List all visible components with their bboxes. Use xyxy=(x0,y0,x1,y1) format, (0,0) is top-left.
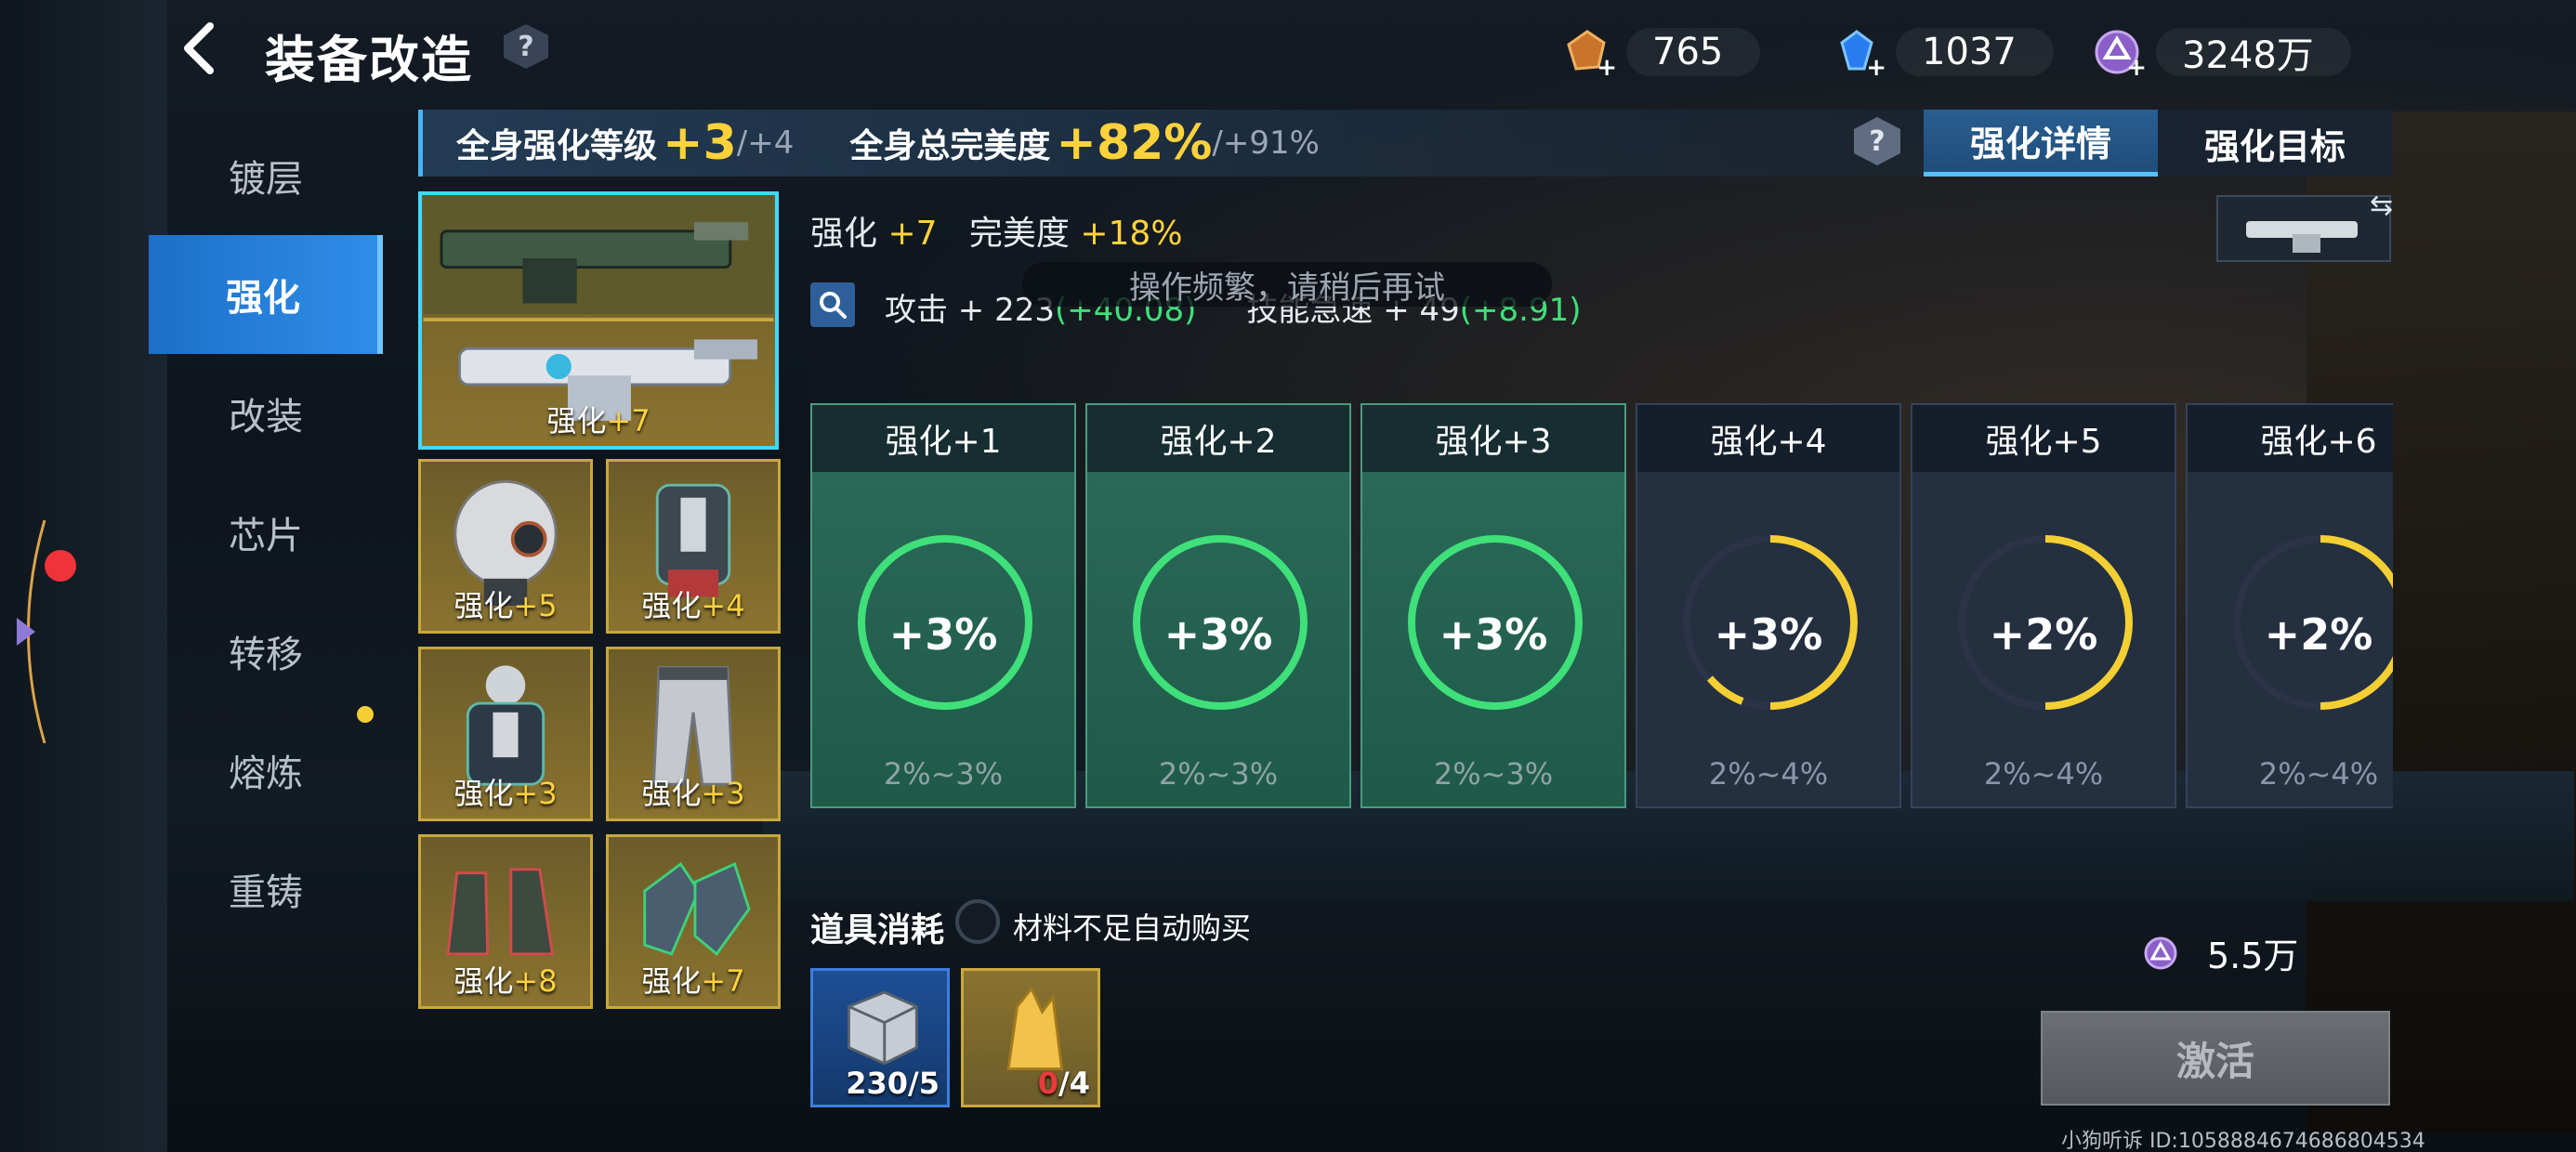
total-level-value: +3 xyxy=(663,115,737,171)
player-id: 小狗听诉 ID:1058884674686804534 xyxy=(2061,1130,2425,1152)
weapon-enhance-label: 强化+7 xyxy=(546,403,651,439)
level-card-title: 强化+5 xyxy=(1912,405,2175,472)
total-perfect-value: +82% xyxy=(1056,115,1213,171)
level-card-5[interactable]: 强化+5 +2% 2%~4% xyxy=(1911,403,2176,808)
nav-item-smelt[interactable]: 熔炼 xyxy=(149,711,383,830)
nav-item-enhance[interactable]: 强化 xyxy=(149,235,383,354)
coin-amount: 3248万 xyxy=(2156,28,2351,77)
level-card-range: 2%~3% xyxy=(883,756,1004,792)
level-card-range: 2%~4% xyxy=(2258,756,2379,792)
equip-slot-boots[interactable]: 强化+8 xyxy=(418,834,593,1009)
search-icon xyxy=(820,292,847,319)
fragment-currency-icon: + xyxy=(1561,26,1617,82)
nav-item-plating[interactable]: 镀层 xyxy=(149,116,383,235)
boots-enhance-label: 强化+8 xyxy=(453,963,558,999)
tab-enhance-details[interactable]: 强化详情 xyxy=(1924,110,2158,177)
materials-title: 道具消耗 xyxy=(810,911,945,949)
level-card-title: 强化+6 xyxy=(2188,405,2393,472)
nav-item-transfer[interactable]: 转移 xyxy=(149,592,383,711)
coin-icon xyxy=(2144,936,2177,969)
level-card-range: 2%~4% xyxy=(1983,756,2104,792)
back-button[interactable] xyxy=(171,20,232,76)
level-card-range: 2%~3% xyxy=(1433,756,1554,792)
rifle-thumb-icon xyxy=(2246,221,2358,253)
diamond-amount: 1037 xyxy=(1896,28,2054,76)
armor-enhance-label: 强化+3 xyxy=(453,776,558,811)
level-card-title: 强化+3 xyxy=(1362,405,1624,472)
pants-enhance-label: 强化+3 xyxy=(641,776,745,811)
enhance-level-cards: 强化+1 +3% 2%~3% 强化+2 +3% 2%~3% 强化+3 +3% 2… xyxy=(810,403,2393,808)
diamond-currency-icon: + xyxy=(1831,26,1886,82)
currency-fragment[interactable]: + 765 xyxy=(1561,26,1761,82)
item-enhance-info: 强化 +7 完美度 +18% xyxy=(810,206,1183,255)
equip-slot-weapon[interactable]: 强化+7 xyxy=(418,191,779,450)
equip-slot-armor[interactable]: 强化+3 xyxy=(418,647,593,821)
toast-message: 操作频繁，请稍后再试 xyxy=(1022,262,1552,307)
equip-slot-backpack[interactable]: 强化+4 xyxy=(606,459,781,634)
level-card-range: 2%~3% xyxy=(1158,756,1279,792)
equip-slot-helmet[interactable]: 强化+5 xyxy=(418,459,593,634)
item-enhance-label: 强化 xyxy=(810,215,878,253)
back-arrow-icon xyxy=(171,22,214,74)
level-card-2[interactable]: 强化+2 +3% 2%~3% xyxy=(1085,403,1351,808)
level-card-6[interactable]: 强化+6 +2% 2%~4% xyxy=(2186,403,2393,808)
equip-slot-pants[interactable]: 强化+3 xyxy=(606,647,781,821)
level-card-value: +3% xyxy=(1714,609,1823,660)
level-card-value: +2% xyxy=(2264,609,2373,660)
side-nav: 镀层 强化 改装 芯片 转移 熔炼 重铸 xyxy=(149,116,383,949)
material-slot-gold-crystal[interactable]: 0/4 xyxy=(961,968,1100,1107)
material-slot-metal-cube[interactable]: 230/5 xyxy=(810,968,950,1107)
level-card-value: +2% xyxy=(1989,609,2098,660)
level-card-value: +3% xyxy=(1439,609,1548,660)
helmet-enhance-label: 强化+5 xyxy=(453,588,558,623)
enhance-cost: 5.5万 xyxy=(2142,927,2298,978)
total-perfect-max: /+91% xyxy=(1212,124,1320,162)
backpack-enhance-label: 强化+4 xyxy=(641,588,745,623)
level-card-title: 强化+1 xyxy=(812,405,1074,472)
item-perfect-label: 完美度 xyxy=(968,215,1070,253)
level-card-range: 2%~4% xyxy=(1708,756,1829,792)
notification-dot xyxy=(45,550,76,582)
item-enhance-value: +7 xyxy=(887,215,938,253)
gloves-enhance-label: 强化+7 xyxy=(641,963,745,999)
level-card-1[interactable]: 强化+1 +3% 2%~3% xyxy=(810,403,1076,808)
equip-slot-gloves[interactable]: 强化+7 xyxy=(606,834,781,1009)
total-level-max: /+4 xyxy=(736,124,795,162)
item-perfect-value: +18% xyxy=(1080,215,1183,253)
cost-value: 5.5万 xyxy=(2207,936,2299,976)
nav-item-chip[interactable]: 芯片 xyxy=(149,473,383,592)
level-card-title: 强化+2 xyxy=(1087,405,1349,472)
tab-enhance-target[interactable]: 强化目标 xyxy=(2158,110,2392,177)
level-card-title: 强化+4 xyxy=(1637,405,1899,472)
total-perfect-label: 全身总完美度 xyxy=(849,127,1051,165)
auto-buy-toggle[interactable] xyxy=(955,899,1000,944)
level-card-4[interactable]: 强化+4 +3% 2%~4% xyxy=(1636,403,1901,808)
fragment-amount: 765 xyxy=(1626,28,1761,76)
coin-currency-icon: + xyxy=(2091,26,2147,82)
level-card-value: +3% xyxy=(1163,609,1273,660)
currency-diamond[interactable]: + 1037 xyxy=(1831,26,2054,82)
currency-coin[interactable]: + 3248万 xyxy=(2091,26,2351,82)
level-card-3[interactable]: 强化+3 +3% 2%~3% xyxy=(1360,403,1626,808)
activate-button[interactable]: 激活 xyxy=(2041,1011,2390,1106)
auto-buy-label: 材料不足自动购买 xyxy=(1013,910,1252,946)
nav-item-recast[interactable]: 重铸 xyxy=(149,830,383,949)
swap-icon[interactable]: ⇆ xyxy=(2370,190,2393,222)
metal-cube-count: 230/5 xyxy=(846,1066,940,1101)
weapon-switch-thumbnail[interactable] xyxy=(2216,195,2391,262)
level-card-value: +3% xyxy=(888,609,998,660)
detail-tabs: 强化详情 强化目标 xyxy=(1924,110,2392,177)
gold-crystal-count: 0/4 xyxy=(1037,1066,1090,1101)
search-button[interactable] xyxy=(810,282,855,327)
nav-item-modify[interactable]: 改装 xyxy=(149,354,383,473)
page-title: 装备改造 xyxy=(265,31,473,89)
total-level-label: 全身强化等级 xyxy=(456,127,658,165)
